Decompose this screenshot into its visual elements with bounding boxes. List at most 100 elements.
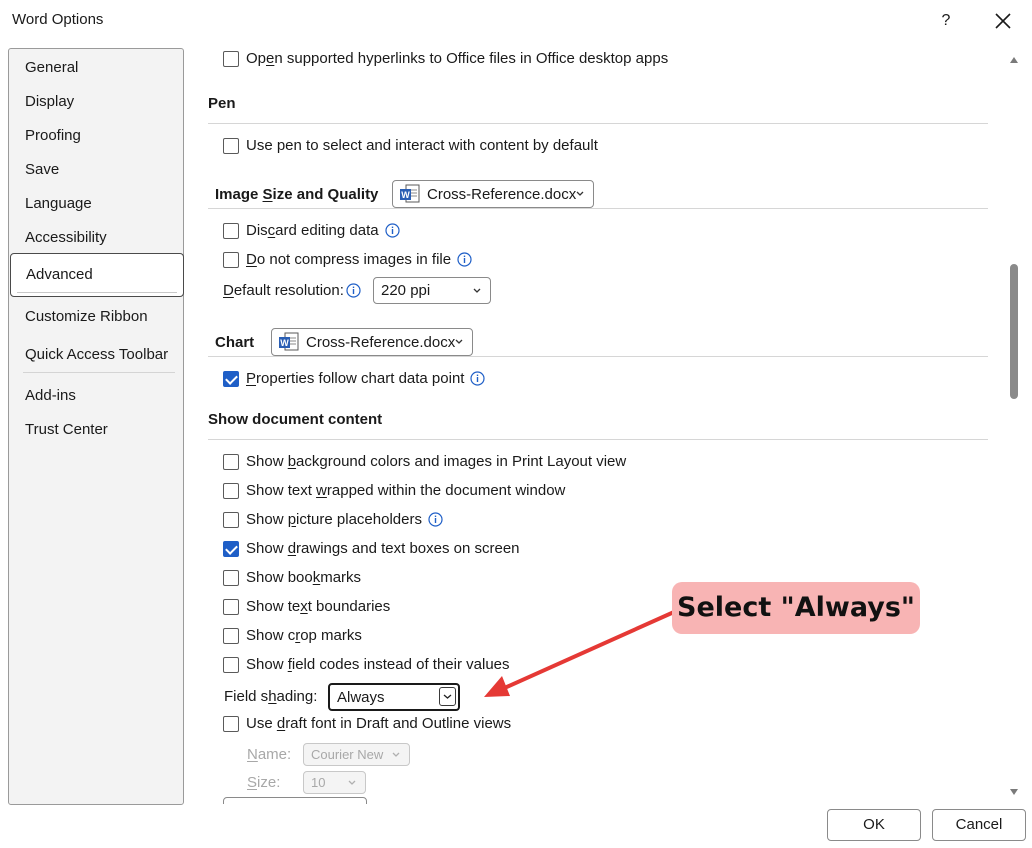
show-background-option[interactable]: Show background colors and images in Pri… — [223, 453, 626, 470]
word-document-icon: W — [400, 184, 420, 203]
svg-text:W: W — [401, 190, 410, 200]
chevron-down-icon — [455, 339, 463, 344]
field-shading-dropdown[interactable]: Always — [328, 683, 460, 711]
close-button[interactable] — [990, 8, 1016, 34]
info-icon[interactable] — [470, 371, 486, 386]
discard-editing-option[interactable]: Discard editing data — [223, 222, 400, 239]
draft-font-label: Use draft font in Draft and Outline view… — [246, 715, 512, 732]
show-text-boundaries-checkbox[interactable] — [223, 598, 239, 615]
word-document-icon: W — [279, 332, 299, 351]
window-title: Word Options — [12, 11, 104, 28]
draft-font-size-value: 10 — [311, 775, 326, 790]
title-bar: Word Options ? — [0, 0, 1032, 42]
info-icon[interactable] — [457, 252, 472, 267]
show-picture-placeholders-checkbox[interactable] — [223, 511, 239, 528]
show-crop-marks-checkbox[interactable] — [223, 627, 239, 644]
show-field-codes-option[interactable]: Show field codes instead of their values — [223, 656, 510, 673]
draft-font-size-dropdown: 10 — [303, 771, 366, 794]
image-size-document-dropdown[interactable]: W Cross-Reference.docx — [392, 180, 594, 208]
show-drawings-option[interactable]: Show drawings and text boxes on screen — [223, 540, 520, 557]
sidebar-item-accessibility[interactable]: Accessibility — [25, 229, 107, 246]
annotation-arrow — [484, 610, 676, 697]
default-resolution-dropdown[interactable]: 220 ppi — [373, 277, 491, 304]
section-divider — [208, 356, 988, 357]
chart-section-heading: Chart — [215, 334, 255, 351]
sidebar-item-save[interactable]: Save — [25, 161, 59, 178]
open-hyperlinks-option[interactable]: Open supported hyperlinks to Office file… — [223, 50, 668, 67]
field-shading-dropdown-button[interactable] — [439, 687, 456, 706]
sidebar-item-add-ins[interactable]: Add-ins — [25, 387, 76, 404]
sidebar-item-customize-ribbon[interactable]: Customize Ribbon — [25, 308, 148, 325]
show-bookmarks-option[interactable]: Show bookmarks — [223, 569, 361, 586]
properties-follow-checkbox[interactable] — [223, 370, 239, 387]
no-compress-label: Do not compress images in file — [246, 251, 452, 268]
chevron-down-icon — [576, 191, 584, 196]
show-field-codes-checkbox[interactable] — [223, 656, 239, 673]
image-size-document-value: Cross-Reference.docx — [427, 185, 577, 203]
show-text-wrapped-checkbox[interactable] — [223, 482, 239, 499]
sidebar-item-general[interactable]: General — [25, 59, 78, 76]
sidebar-item-advanced[interactable]: Advanced — [10, 253, 184, 297]
partial-control[interactable] — [223, 797, 367, 804]
sidebar-item-trust-center[interactable]: Trust Center — [25, 421, 108, 438]
open-hyperlinks-checkbox[interactable] — [223, 50, 239, 67]
show-drawings-checkbox[interactable] — [223, 540, 239, 557]
draft-font-name-value: Courier New — [311, 747, 384, 762]
info-icon[interactable] — [346, 283, 361, 298]
info-icon[interactable] — [428, 512, 443, 527]
use-pen-checkbox[interactable] — [223, 137, 239, 154]
use-pen-option[interactable]: Use pen to select and interact with cont… — [223, 137, 598, 154]
show-crop-marks-option[interactable]: Show crop marks — [223, 627, 362, 644]
draft-font-name-label: Name: — [247, 746, 292, 763]
field-shading-value: Always — [337, 688, 385, 706]
show-picture-placeholders-option[interactable]: Show picture placeholders — [223, 511, 443, 528]
scroll-thumb[interactable] — [1010, 264, 1018, 399]
chevron-down-icon — [392, 752, 400, 757]
show-crop-marks-label: Show crop marks — [246, 627, 362, 644]
chevron-down-icon — [473, 288, 481, 293]
open-hyperlinks-label: Open supported hyperlinks to Office file… — [246, 50, 669, 67]
default-resolution-label: Default resolution: — [223, 282, 344, 299]
draft-font-option[interactable]: Use draft font in Draft and Outline view… — [223, 715, 511, 732]
draft-font-size-label: Size: — [247, 774, 281, 791]
discard-editing-label: Discard editing data — [246, 222, 379, 239]
show-bookmarks-label: Show bookmarks — [246, 569, 362, 586]
info-icon[interactable] — [384, 223, 400, 238]
sidebar-item-quick-access-toolbar[interactable]: Quick Access Toolbar — [25, 346, 168, 363]
show-text-wrapped-option[interactable]: Show text wrapped within the document wi… — [223, 482, 565, 499]
scroll-down-icon[interactable] — [1009, 788, 1019, 796]
image-size-section-heading: Image Size and Quality — [215, 186, 379, 203]
field-shading-label: Field shading: — [224, 688, 318, 705]
sidebar-item-display[interactable]: Display — [25, 93, 74, 110]
sidebar-item-advanced-label: Advanced — [26, 266, 93, 283]
svg-text:W: W — [280, 338, 289, 348]
show-text-wrapped-label: Show text wrapped within the document wi… — [246, 482, 566, 499]
sidebar-item-proofing[interactable]: Proofing — [25, 127, 81, 144]
show-picture-placeholders-label: Show picture placeholders — [246, 511, 422, 528]
show-background-checkbox[interactable] — [223, 453, 239, 470]
show-text-boundaries-option[interactable]: Show text boundaries — [223, 598, 390, 615]
chevron-down-icon — [443, 694, 452, 699]
ok-button[interactable]: OK — [827, 809, 921, 841]
discard-editing-checkbox[interactable] — [223, 222, 239, 239]
show-content-section-heading: Show document content — [208, 411, 383, 428]
draft-font-checkbox[interactable] — [223, 715, 239, 732]
show-bookmarks-checkbox[interactable] — [223, 569, 239, 586]
no-compress-checkbox[interactable] — [223, 251, 239, 268]
sidebar-divider — [23, 372, 175, 373]
draft-font-name-dropdown: Courier New — [303, 743, 410, 766]
cancel-button[interactable]: Cancel — [932, 809, 1026, 841]
sidebar-item-language[interactable]: Language — [25, 195, 92, 212]
close-icon — [995, 13, 1011, 29]
default-resolution-value: 220 ppi — [381, 282, 431, 299]
show-field-codes-label: Show field codes instead of their values — [246, 656, 510, 673]
properties-follow-option[interactable]: Properties follow chart data point — [223, 370, 486, 387]
show-background-label: Show background colors and images in Pri… — [246, 453, 627, 470]
content-scrollbar[interactable] — [1005, 48, 1025, 804]
selected-underline — [17, 292, 177, 293]
help-button[interactable]: ? — [936, 9, 956, 33]
no-compress-option[interactable]: Do not compress images in file — [223, 251, 472, 268]
default-resolution-row: Default resolution: — [223, 282, 361, 299]
chart-document-dropdown[interactable]: W Cross-Reference.docx — [271, 328, 473, 356]
scroll-up-icon[interactable] — [1009, 56, 1019, 64]
